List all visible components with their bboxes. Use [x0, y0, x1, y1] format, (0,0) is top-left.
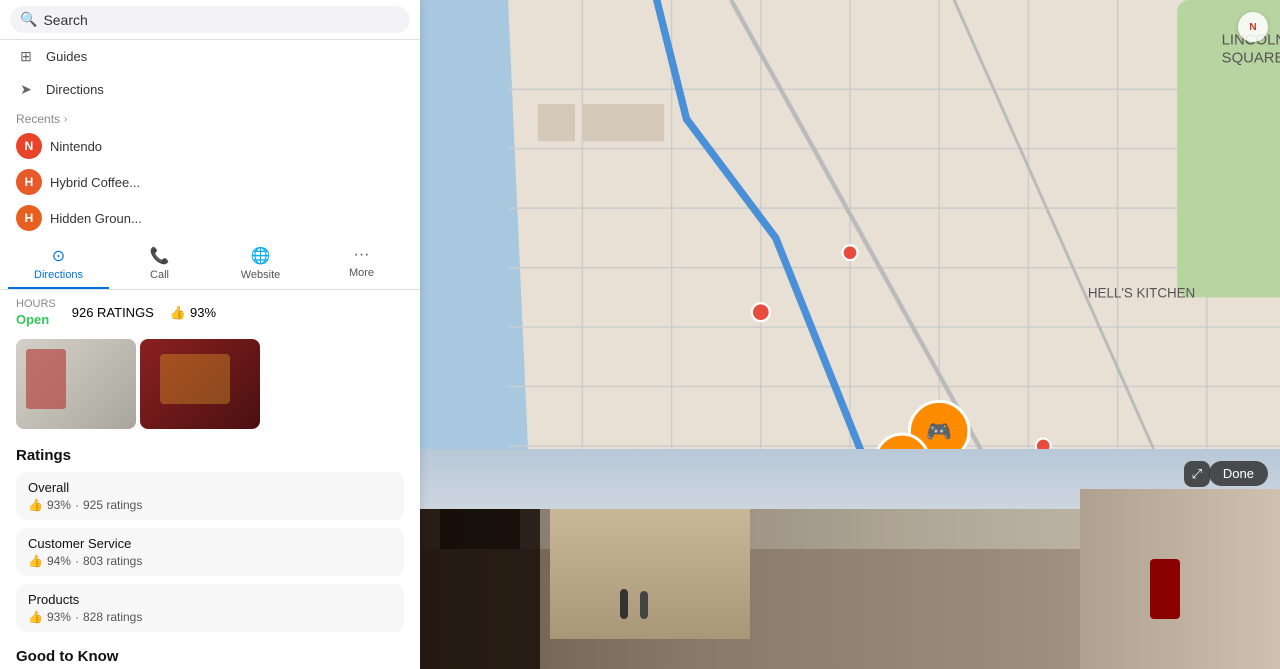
- rating-products-detail: 👍 93% · 828 ratings: [28, 610, 392, 624]
- recent-item-hidden[interactable]: H Hidden Groun...: [0, 200, 420, 236]
- done-label: Done: [1223, 466, 1254, 481]
- rating-products-name: Products: [28, 592, 392, 607]
- map-area[interactable]: LINCOLN SQUARE HELL'S KITCHEN MIDTOWN EA…: [420, 0, 1280, 669]
- hours-block: HOURS Open: [16, 298, 56, 327]
- rating-cs-percent: 94%: [47, 554, 71, 568]
- call-tab-icon: 📞: [150, 246, 170, 266]
- street-view-done-button[interactable]: Done: [1209, 461, 1268, 486]
- website-tab-label: Website: [241, 269, 281, 281]
- thumbs-cs-icon: 👍: [28, 554, 43, 568]
- rating-overall-count: 925 ratings: [83, 498, 142, 512]
- ratings-summary: 926 RATINGS: [72, 305, 154, 320]
- website-tab-icon: 🌐: [251, 246, 271, 266]
- sidebar-item-guides[interactable]: ⊞ Guides: [0, 40, 420, 73]
- thumbs-products-icon: 👍: [28, 610, 43, 624]
- rating-cs-count: 803 ratings: [83, 554, 142, 568]
- svg-text:SQUARE: SQUARE: [1222, 50, 1280, 66]
- rating-overall: Overall 👍 93% · 925 ratings: [16, 472, 404, 520]
- guides-label: Guides: [46, 49, 87, 64]
- good-to-know-title: Good to Know: [0, 636, 420, 669]
- rating-cs-name: Customer Service: [28, 536, 392, 551]
- rating-overall-detail: 👍 93% · 925 ratings: [28, 498, 392, 512]
- svg-text:🎮: 🎮: [926, 421, 952, 444]
- street-view-overlay: ⤢ Done: [420, 449, 1280, 669]
- search-button[interactable]: 🔍 Search: [10, 6, 410, 33]
- thumbs-up-icon: 👍: [170, 305, 186, 321]
- ratings-count: 926 RATINGS: [72, 305, 154, 320]
- recent-name-hybrid: Hybrid Coffee...: [50, 175, 140, 190]
- photos-row: [0, 335, 420, 439]
- expand-icon: ⤢: [1192, 466, 1202, 481]
- rating-products: Products 👍 93% · 828 ratings: [16, 584, 404, 632]
- search-label: Search: [43, 12, 87, 28]
- photo-display[interactable]: [140, 339, 260, 429]
- directions-label: Directions: [46, 82, 104, 97]
- sidebar: 🔍 Search ⊞ Guides ➤ Directions Recents ›…: [0, 0, 420, 669]
- call-tab-label: Call: [150, 269, 169, 281]
- ratings-section-title: Ratings: [0, 439, 420, 468]
- recent-name-hidden: Hidden Groun...: [50, 211, 142, 226]
- photo-interior[interactable]: [16, 339, 136, 429]
- hours-label: HOURS: [16, 298, 56, 310]
- recent-item-nintendo[interactable]: N Nintendo: [0, 128, 420, 164]
- rating-products-percent: 93%: [47, 610, 71, 624]
- rating-cs-detail: 👍 94% · 803 ratings: [28, 554, 392, 568]
- rating-cs-dot: ·: [75, 554, 79, 568]
- svg-text:HELL'S KITCHEN: HELL'S KITCHEN: [1088, 285, 1195, 300]
- rating-customer-service: Customer Service 👍 94% · 803 ratings: [16, 528, 404, 576]
- tab-website[interactable]: 🌐 Website: [210, 240, 311, 289]
- directions-tab-icon: ⊙: [52, 246, 65, 266]
- more-tab-icon: ···: [354, 246, 370, 264]
- guides-icon: ⊞: [16, 48, 36, 65]
- tab-directions[interactable]: ⊙ Directions: [8, 240, 109, 289]
- compass: N: [1238, 12, 1268, 42]
- thumbs-overall-icon: 👍: [28, 498, 43, 512]
- recents-header: Recents ›: [0, 106, 420, 128]
- recent-dot-hidden: H: [16, 205, 42, 231]
- recent-dot-hybrid: H: [16, 169, 42, 195]
- directions-tab-label: Directions: [34, 269, 83, 281]
- action-tabs: ⊙ Directions 📞 Call 🌐 Website ··· More: [0, 236, 420, 290]
- rating-overall-percent: 93%: [47, 498, 71, 512]
- search-icon: 🔍: [20, 11, 37, 28]
- rating-percent: 93%: [190, 305, 216, 320]
- sidebar-item-directions[interactable]: ➤ Directions: [0, 73, 420, 106]
- rating-products-dot: ·: [75, 610, 79, 624]
- rating-overall-name: Overall: [28, 480, 392, 495]
- compass-label: N: [1249, 22, 1256, 33]
- recent-name-nintendo: Nintendo: [50, 139, 102, 154]
- more-tab-label: More: [349, 267, 374, 279]
- tab-call[interactable]: 📞 Call: [109, 240, 210, 289]
- rating-products-count: 828 ratings: [83, 610, 142, 624]
- rating-overall-dot: ·: [75, 498, 79, 512]
- info-row: HOURS Open 926 RATINGS 👍 93%: [0, 290, 420, 335]
- recents-chevron: ›: [64, 114, 67, 125]
- tab-more[interactable]: ··· More: [311, 240, 412, 289]
- recent-dot-nintendo: N: [16, 133, 42, 159]
- hours-status: Open: [16, 312, 56, 327]
- recents-label: Recents: [16, 112, 60, 126]
- top-nav: 🔍 Search: [0, 0, 420, 40]
- street-view-expand-button[interactable]: ⤢: [1184, 461, 1210, 487]
- recent-item-hybrid[interactable]: H Hybrid Coffee...: [0, 164, 420, 200]
- rating-percent-block: 👍 93%: [170, 305, 216, 321]
- directions-icon: ➤: [16, 81, 36, 98]
- street-view-image: [420, 449, 1280, 669]
